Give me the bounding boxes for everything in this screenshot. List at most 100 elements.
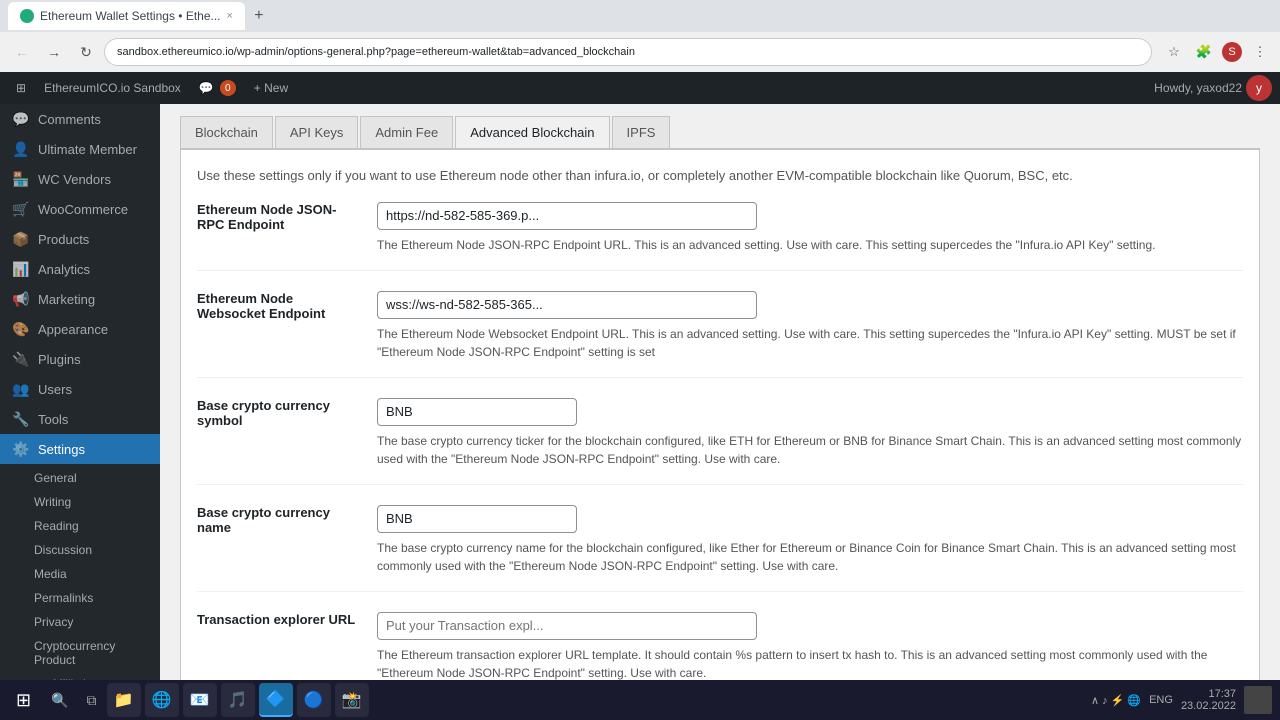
wp-admin: 💬 Comments 👤 Ultimate Member 🏪 WC Vendor…	[0, 72, 1280, 720]
field-content: The base crypto currency name for the bl…	[377, 505, 1243, 575]
wp-logo-icon: ⊞	[16, 81, 26, 95]
general-label: General	[34, 471, 77, 485]
taskbar-file-explorer[interactable]: 📁	[107, 683, 141, 717]
marketing-icon: 📢	[12, 290, 30, 308]
sidebar-item-label: Products	[38, 232, 89, 247]
notification-center[interactable]	[1244, 686, 1272, 714]
wp-logo-item[interactable]: ⊞	[8, 72, 34, 104]
settings-sub-writing[interactable]: Writing	[24, 490, 160, 514]
profile-button[interactable]: S	[1222, 42, 1242, 62]
taskbar-app4[interactable]: 🎵	[221, 683, 255, 717]
tools-icon: 🔧	[12, 410, 30, 428]
back-button[interactable]: ←	[8, 38, 36, 66]
start-button[interactable]: ⊞	[8, 690, 39, 711]
field-content: The Ethereum Node Websocket Endpoint URL…	[377, 291, 1243, 361]
address-bar[interactable]: sandbox.ethereumico.io/wp-admin/options-…	[104, 38, 1152, 66]
settings-sub-privacy[interactable]: Privacy	[24, 610, 160, 634]
comments-notification[interactable]: 💬 0	[191, 72, 244, 104]
cryptocurrency-label: Cryptocurrency Product	[34, 639, 150, 667]
sidebar-item-marketing[interactable]: 📢 Marketing	[0, 284, 160, 314]
user-avatar[interactable]: y	[1246, 75, 1272, 101]
sidebar-item-analytics[interactable]: 📊 Analytics	[0, 254, 160, 284]
wp-topbar: ⊞ EthereumICO.io Sandbox 💬 0 + New Howdy…	[0, 72, 1280, 104]
base-crypto-name-input[interactable]	[377, 505, 577, 533]
wp-sidebar: 💬 Comments 👤 Ultimate Member 🏪 WC Vendor…	[0, 72, 160, 720]
search-taskbar[interactable]: 🔍	[43, 692, 76, 709]
settings-sub-reading[interactable]: Reading	[24, 514, 160, 538]
taskbar-apps: 📁 🌐 📧 🎵 🔷 🔵 📸	[107, 683, 369, 717]
bookmark-button[interactable]: ☆	[1162, 40, 1186, 64]
notification-count: 0	[220, 80, 236, 96]
sidebar-item-label: Users	[38, 382, 72, 397]
privacy-label: Privacy	[34, 615, 73, 629]
analytics-icon: 📊	[12, 260, 30, 278]
tab-blockchain[interactable]: Blockchain	[180, 116, 273, 148]
taskbar-lang: ENG	[1149, 694, 1173, 706]
browser-icon: 🌐	[152, 690, 172, 710]
field-base-crypto-name: Base crypto currency name The base crypt…	[197, 505, 1243, 592]
eth-node-websocket-input[interactable]	[377, 291, 757, 319]
active-browser-icon: 🔷	[266, 689, 286, 709]
site-name-item[interactable]: EthereumICO.io Sandbox	[36, 72, 189, 104]
sidebar-item-comments[interactable]: 💬 Comments	[0, 104, 160, 134]
sidebar-item-label: Ultimate Member	[38, 142, 137, 157]
address-text: sandbox.ethereumico.io/wp-admin/options-…	[117, 46, 635, 58]
label-text: Transaction explorer URL	[197, 612, 355, 627]
taskbar: ⊞ 🔍 ⧉ 📁 🌐 📧 🎵 🔷 🔵 📸 ∧ ♪ ⚡ 🌐 ENG 17:37 23…	[0, 680, 1280, 720]
task-view-icon: ⧉	[87, 692, 97, 709]
sidebar-item-label: Marketing	[38, 292, 95, 307]
refresh-button[interactable]: ↻	[72, 38, 100, 66]
new-content-button[interactable]: + New	[246, 72, 296, 104]
app6-icon: 🔵	[304, 690, 324, 710]
sidebar-item-products[interactable]: 📦 Products	[0, 224, 160, 254]
taskbar-app3[interactable]: 📧	[183, 683, 217, 717]
transaction-explorer-url-input[interactable]	[377, 612, 757, 640]
browser-controls: ← → ↻ sandbox.ethereumico.io/wp-admin/op…	[0, 32, 1280, 72]
sidebar-item-users[interactable]: 👥 Users	[0, 374, 160, 404]
tab-ipfs[interactable]: IPFS	[612, 116, 671, 148]
tab-close-button[interactable]: ×	[227, 10, 233, 22]
taskbar-app7[interactable]: 📸	[335, 683, 369, 717]
settings-sub-media[interactable]: Media	[24, 562, 160, 586]
settings-sub-cryptocurrency[interactable]: Cryptocurrency Product	[24, 634, 160, 672]
settings-sub-discussion[interactable]: Discussion	[24, 538, 160, 562]
sidebar-item-appearance[interactable]: 🎨 Appearance	[0, 314, 160, 344]
active-tab[interactable]: Ethereum Wallet Settings • Ethe... ×	[8, 2, 245, 30]
tab-api-keys[interactable]: API Keys	[275, 116, 358, 148]
eth-node-json-rpc-input[interactable]	[377, 202, 757, 230]
settings-sub-permalinks[interactable]: Permalinks	[24, 586, 160, 610]
search-icon: 🔍	[51, 692, 68, 709]
settings-sub-general[interactable]: General	[24, 466, 160, 490]
taskbar-active-browser[interactable]: 🔷	[259, 683, 293, 717]
tab-title: Ethereum Wallet Settings • Ethe...	[40, 9, 221, 23]
new-tab-button[interactable]: +	[245, 2, 273, 30]
tab-advanced-blockchain[interactable]: Advanced Blockchain	[455, 116, 609, 148]
sidebar-item-settings[interactable]: ⚙️ Settings	[0, 434, 160, 464]
settings-icon: ⚙️	[12, 440, 30, 458]
field-description: The base crypto currency ticker for the …	[377, 432, 1243, 468]
extension-button[interactable]: 🧩	[1192, 40, 1216, 64]
permalinks-label: Permalinks	[34, 591, 93, 605]
field-label: Transaction explorer URL	[197, 612, 357, 682]
sidebar-item-woocommerce[interactable]: 🛒 WooCommerce	[0, 194, 160, 224]
task-view-button[interactable]: ⧉	[81, 692, 103, 709]
site-name: EthereumICO.io Sandbox	[44, 81, 181, 95]
forward-button[interactable]: →	[40, 38, 68, 66]
sidebar-item-wc-vendors[interactable]: 🏪 WC Vendors	[0, 164, 160, 194]
howdy-text: Howdy, yaxod22	[1154, 81, 1242, 95]
app7-icon: 📸	[342, 690, 362, 710]
sidebar-item-plugins[interactable]: 🔌 Plugins	[0, 344, 160, 374]
sidebar-item-label: Analytics	[38, 262, 90, 277]
sidebar-item-tools[interactable]: 🔧 Tools	[0, 404, 160, 434]
comments-icon: 💬	[199, 81, 214, 95]
base-crypto-symbol-input[interactable]	[377, 398, 577, 426]
sidebar-item-label: Settings	[38, 442, 85, 457]
sidebar-item-ultimate-member[interactable]: 👤 Ultimate Member	[0, 134, 160, 164]
field-description: The Ethereum Node Websocket Endpoint URL…	[377, 325, 1243, 361]
taskbar-right: ∧ ♪ ⚡ 🌐 ENG 17:37 23.02.2022	[1091, 686, 1272, 714]
menu-button[interactable]: ⋮	[1248, 40, 1272, 64]
field-label: Base crypto currency symbol	[197, 398, 357, 468]
taskbar-browser[interactable]: 🌐	[145, 683, 179, 717]
tab-admin-fee[interactable]: Admin Fee	[360, 116, 453, 148]
taskbar-app6[interactable]: 🔵	[297, 683, 331, 717]
